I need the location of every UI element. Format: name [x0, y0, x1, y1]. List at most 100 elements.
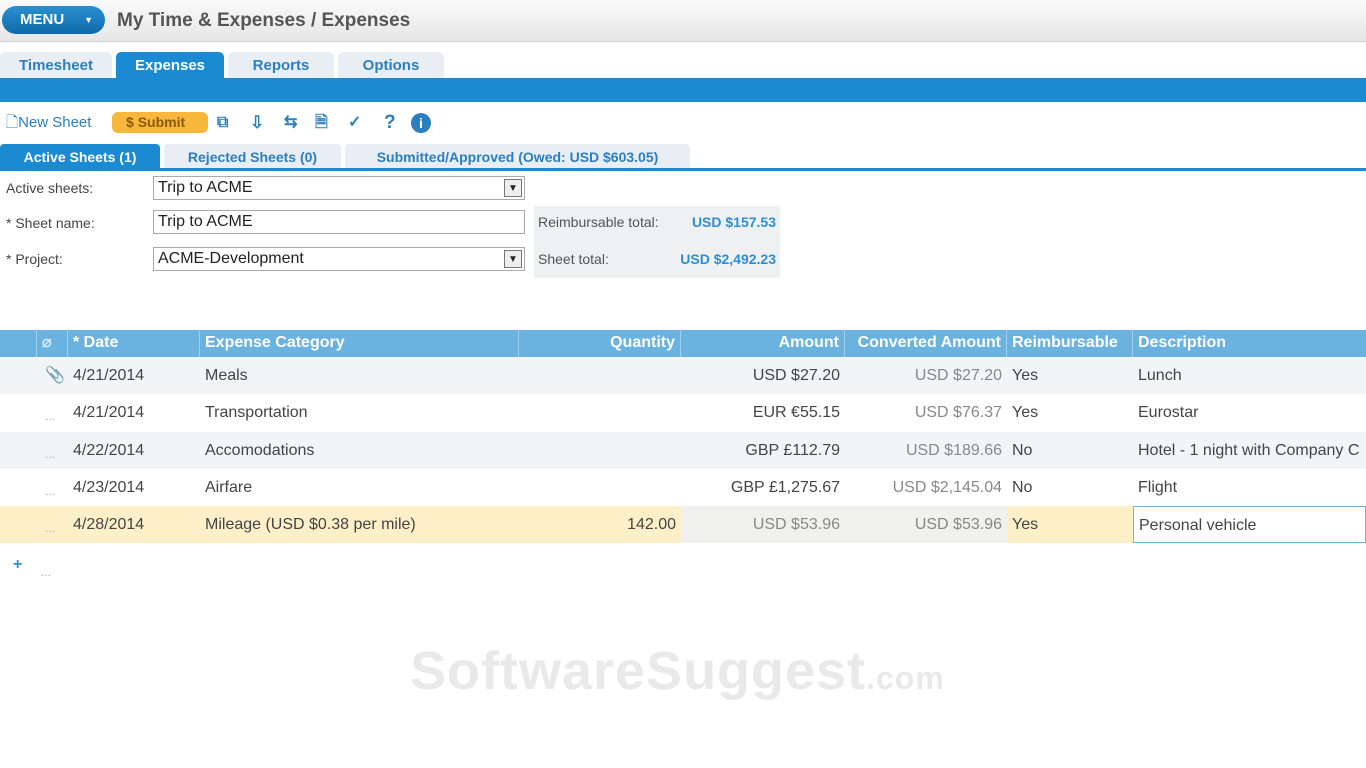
help-icon[interactable]: ? — [384, 110, 396, 136]
row-menu-dots[interactable]: ... — [40, 394, 68, 431]
sheet-name-input[interactable]: Trip to ACME — [153, 210, 525, 234]
page-title: My Time & Expenses / Expenses — [117, 10, 411, 31]
cell-date[interactable]: 4/22/2014 — [68, 432, 200, 469]
main-tabs: Timesheet Expenses Reports Options — [0, 52, 1366, 78]
row-menu-dots[interactable]: ... — [40, 432, 68, 469]
cell-converted[interactable]: USD $189.66 — [845, 432, 1007, 469]
cell-quantity[interactable] — [519, 469, 681, 506]
caret-down-icon: ▼ — [84, 15, 93, 25]
delete-sheet-icon[interactable]: 🗎 — [315, 110, 328, 136]
cell-quantity[interactable] — [519, 357, 681, 394]
row-menu-dots[interactable]: ... — [40, 506, 68, 543]
cell-quantity[interactable]: 142.00 — [519, 506, 681, 543]
new-sheet-button[interactable]: 🗋New Sheet — [6, 110, 91, 136]
cell-category[interactable]: Transportation — [200, 394, 519, 431]
cell-date[interactable]: 4/21/2014 — [68, 357, 200, 394]
cell-date[interactable]: 4/23/2014 — [68, 469, 200, 506]
dropdown-arrow-icon[interactable]: ▼ — [504, 179, 522, 197]
tab-options[interactable]: Options — [338, 52, 444, 78]
cell-converted[interactable]: USD $27.20 — [845, 357, 1007, 394]
header-select — [0, 330, 37, 358]
grid-header: ⌀ * Date Expense Category Quantity Amoun… — [0, 330, 1366, 358]
watermark-text: SoftwareSuggest — [410, 641, 867, 701]
tab-active-sheets[interactable]: Active Sheets (1) — [0, 144, 160, 168]
cell-reimbursable[interactable]: Yes — [1007, 357, 1133, 394]
cell-reimbursable[interactable]: Yes — [1007, 506, 1133, 543]
cell-description[interactable]: Personal vehicle — [1133, 506, 1366, 543]
cell-reimbursable[interactable]: No — [1007, 469, 1133, 506]
tab-expenses[interactable]: Expenses — [116, 52, 224, 78]
cell-description[interactable]: Eurostar — [1133, 394, 1366, 431]
transfer-icon[interactable]: ⇆ — [284, 110, 297, 136]
cell-reimbursable[interactable]: No — [1007, 432, 1133, 469]
cell-amount[interactable]: GBP £1,275.67 — [681, 469, 845, 506]
cell-converted[interactable]: USD $2,145.04 — [845, 469, 1007, 506]
header-quantity[interactable]: Quantity — [519, 330, 681, 358]
cell-converted[interactable]: USD $76.37 — [845, 394, 1007, 431]
cell-amount[interactable]: EUR €55.15 — [681, 394, 845, 431]
dollar-icon: $ — [126, 114, 138, 130]
dropdown-arrow-icon[interactable]: ▼ — [504, 250, 522, 268]
table-row[interactable]: ... 4/22/2014 Accomodations GBP £112.79 USD … — [0, 432, 1366, 469]
tab-timesheet[interactable]: Timesheet — [0, 52, 112, 78]
copy-icon[interactable]: ⧉ — [217, 110, 228, 136]
cell-description[interactable]: Lunch — [1133, 357, 1366, 394]
reimbursable-total-value: USD $157.53 — [691, 214, 776, 230]
import-icon[interactable]: ⇩ — [250, 110, 264, 136]
add-row-dots: ... — [41, 565, 52, 579]
cell-date[interactable]: 4/28/2014 — [68, 506, 200, 543]
table-row[interactable]: ... 4/28/2014 Mileage (USD $0.38 per mile)… — [0, 506, 1366, 543]
add-row-button[interactable]: + — [8, 550, 27, 580]
cell-amount[interactable]: USD $27.20 — [681, 357, 845, 394]
sheet-name-label: * Sheet name: — [6, 215, 95, 231]
header-reimbursable[interactable]: Reimbursable — [1007, 330, 1133, 358]
cell-amount[interactable]: USD $53.96 — [681, 506, 845, 543]
table-row[interactable]: 📎 4/21/2014 Meals USD $27.20 USD $27.20 Yes Lu… — [0, 357, 1366, 394]
header-amount[interactable]: Amount — [681, 330, 845, 358]
cell-date[interactable]: 4/21/2014 — [68, 394, 200, 431]
new-sheet-label: New Sheet — [18, 114, 92, 131]
cell-description[interactable]: Flight — [1133, 469, 1366, 506]
watermark: SoftwareSuggest.com — [410, 640, 945, 702]
cell-category[interactable]: Meals — [200, 357, 519, 394]
info-icon[interactable]: i — [411, 113, 431, 133]
header-converted-amount[interactable]: Converted Amount — [845, 330, 1007, 358]
cell-category[interactable]: Mileage (USD $0.38 per mile) — [200, 506, 519, 543]
cell-quantity[interactable] — [519, 432, 681, 469]
header-date[interactable]: * Date — [68, 330, 200, 358]
table-row[interactable]: ... 4/23/2014 Airfare GBP £1,275.67 USD $2,1… — [0, 469, 1366, 506]
new-sheet-icon: 🗋 — [6, 114, 19, 131]
reimbursable-total-label: Reimbursable total: — [538, 214, 659, 230]
cell-category[interactable]: Airfare — [200, 469, 519, 506]
watermark-suffix: .com — [866, 660, 945, 696]
row-menu-dots[interactable]: ... — [40, 469, 68, 506]
active-sheets-select[interactable]: Trip to ACME ▼ — [153, 176, 525, 200]
submit-button[interactable]: $ Submit — [112, 112, 208, 133]
approve-icon[interactable]: ✓ — [348, 110, 361, 136]
cell-converted[interactable]: USD $53.96 — [845, 506, 1007, 543]
table-row[interactable]: ... 4/21/2014 Transportation EUR €55.15 USD … — [0, 394, 1366, 431]
cell-amount[interactable]: GBP £112.79 — [681, 432, 845, 469]
paperclip-icon: ⌀ — [37, 330, 68, 358]
paperclip-icon[interactable]: 📎 — [40, 357, 68, 394]
active-sheets-label: Active sheets: — [6, 180, 94, 196]
add-row: + ... — [0, 550, 1366, 580]
header-category[interactable]: Expense Category — [200, 330, 519, 358]
tab-bar — [0, 78, 1366, 102]
sheet-tabs: Active Sheets (1) Rejected Sheets (0) Su… — [0, 144, 1366, 171]
totals-panel: Reimbursable total: USD $157.53 Sheet to… — [534, 206, 780, 278]
project-label: * Project: — [6, 251, 63, 267]
cell-reimbursable[interactable]: Yes — [1007, 394, 1133, 431]
tab-rejected-sheets[interactable]: Rejected Sheets (0) — [164, 144, 341, 168]
toolbar: 🗋New Sheet $ Submit ⧉ ⇩ ⇆ 🗎 ✓ ? i — [0, 110, 1366, 136]
tab-submitted-approved[interactable]: Submitted/Approved (Owed: USD $603.05) — [345, 144, 690, 168]
cell-category[interactable]: Accomodations — [200, 432, 519, 469]
cell-quantity[interactable] — [519, 394, 681, 431]
active-sheets-value: Trip to ACME — [158, 179, 253, 196]
header-description[interactable]: Description — [1133, 330, 1366, 358]
cell-description[interactable]: Hotel - 1 night with Company C — [1133, 432, 1366, 469]
menu-button[interactable]: MENU ▼ — [2, 6, 105, 34]
project-value: ACME-Development — [158, 250, 304, 267]
tab-reports[interactable]: Reports — [228, 52, 334, 78]
project-select[interactable]: ACME-Development ▼ — [153, 247, 525, 271]
